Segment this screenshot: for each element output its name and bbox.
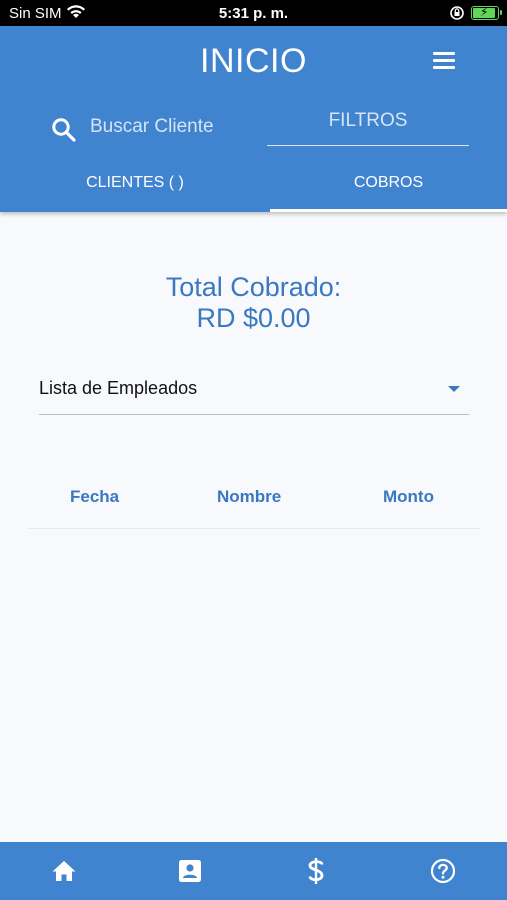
employee-select-value: Lista de Empleados [39,378,198,398]
home-icon [52,861,76,881]
total-cobrado-label: Total Cobrado: [165,272,342,302]
search-input[interactable] [90,112,260,142]
tab-cobros[interactable]: COBROS [270,166,507,212]
status-bar: Sin SIM 5:31 p. m. ⚡ [0,0,507,26]
payments-table-header: Fecha Nombre Monto [28,470,480,529]
tab-clientes[interactable]: CLIENTES ( ) [0,166,270,212]
nav-home[interactable] [1,842,127,900]
rotation-lock-icon [449,5,465,25]
search-icon[interactable] [50,116,78,144]
column-header-nombre[interactable]: Nombre [217,487,281,507]
column-header-fecha[interactable]: Fecha [70,487,119,507]
nav-contacts[interactable] [127,842,253,900]
contact-card-icon [179,860,201,882]
clock: 5:31 p. m. [218,5,289,22]
search-bar [50,112,260,148]
help-icon [430,858,456,884]
filters-button[interactable]: FILTROS [267,108,469,146]
nav-help[interactable] [380,842,506,900]
bottom-nav [0,842,507,900]
column-header-monto[interactable]: Monto [383,487,434,507]
hamburger-menu-icon[interactable] [433,52,457,70]
tab-bar: CLIENTES ( ) COBROS [0,166,507,212]
page-title: INICIO [200,42,307,80]
dropdown-caret-icon [448,386,460,392]
employee-select[interactable]: Lista de Empleados [39,372,469,415]
nav-payments[interactable] [253,842,379,900]
tab-cobros-label: COBROS [353,174,424,191]
battery-charging-icon: ⚡ [471,5,502,20]
total-cobrado-value: RD $0.00 [196,303,311,333]
dollar-icon [308,858,324,884]
tab-clientes-label: CLIENTES ( ) [86,174,184,191]
app-bar: INICIO FILTROS CLIENTES ( ) COBROS [0,26,507,212]
selected-tab-indicator [270,209,507,212]
